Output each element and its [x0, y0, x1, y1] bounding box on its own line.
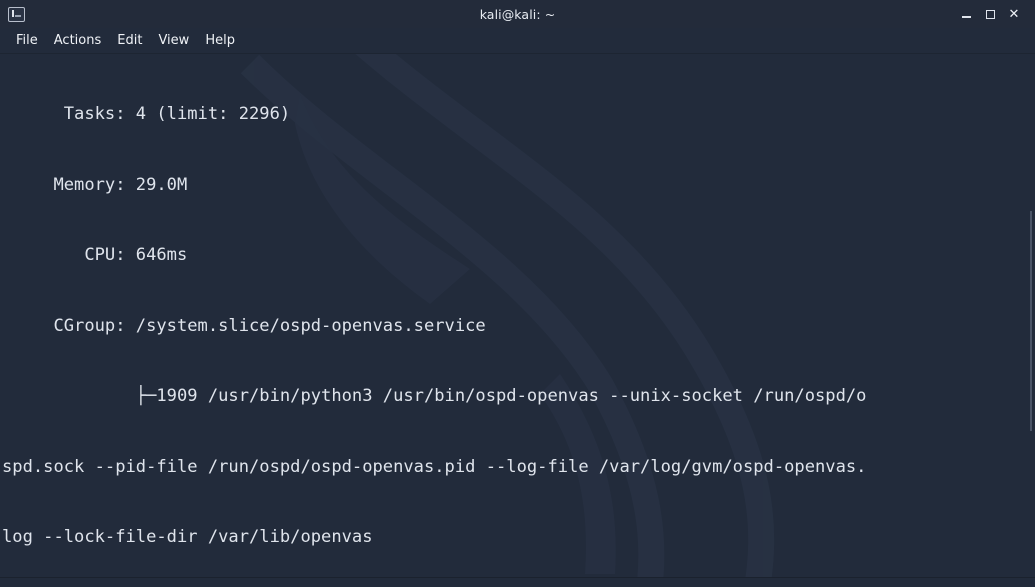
output-line: ├─1909 /usr/bin/python3 /usr/bin/ospd-op…: [2, 386, 867, 406]
window-controls: ✕: [955, 4, 1035, 24]
maximize-button[interactable]: [979, 4, 1001, 24]
close-icon: ✕: [1008, 6, 1020, 22]
menu-item-actions[interactable]: Actions: [46, 32, 110, 49]
titlebar-left: [0, 6, 128, 22]
menu-item-help[interactable]: Help: [197, 32, 243, 49]
terminal-icon: [8, 6, 25, 22]
output-line: CPU: 646ms: [2, 245, 188, 265]
output-line: CGroup: /system.slice/ospd-openvas.servi…: [2, 315, 486, 336]
output-line: Memory: 29.0M: [2, 174, 188, 195]
output-line: log --lock-file-dir /var/lib/openvas: [2, 527, 373, 547]
minimize-button[interactable]: [955, 4, 977, 24]
terminal-screen[interactable]: Tasks: 4 (limit: 2296) Memory: 29.0M CPU…: [0, 54, 1035, 577]
menu-item-file[interactable]: File: [8, 32, 46, 49]
scrollbar-thumb[interactable]: [1030, 210, 1032, 431]
close-button[interactable]: ✕: [1003, 4, 1025, 24]
maximize-icon: [985, 9, 995, 19]
scrollbar[interactable]: [1026, 54, 1035, 577]
menu-item-edit[interactable]: Edit: [109, 32, 150, 49]
output-line: Tasks: 4 (limit: 2296): [2, 104, 291, 124]
minimize-icon: [961, 16, 971, 18]
terminal-output: Tasks: 4 (limit: 2296) Memory: 29.0M CPU…: [0, 54, 1035, 577]
window-title: kali@kali: ~: [479, 6, 556, 22]
terminal-window: kali@kali: ~ ✕ File Actions Edit View He…: [0, 0, 1035, 587]
window-bottom-edge: [0, 577, 1035, 587]
output-line: spd.sock --pid-file /run/ospd/ospd-openv…: [2, 456, 867, 477]
menubar: File Actions Edit View Help: [0, 28, 1035, 54]
menu-item-view[interactable]: View: [150, 32, 197, 49]
titlebar: kali@kali: ~ ✕: [0, 0, 1035, 28]
